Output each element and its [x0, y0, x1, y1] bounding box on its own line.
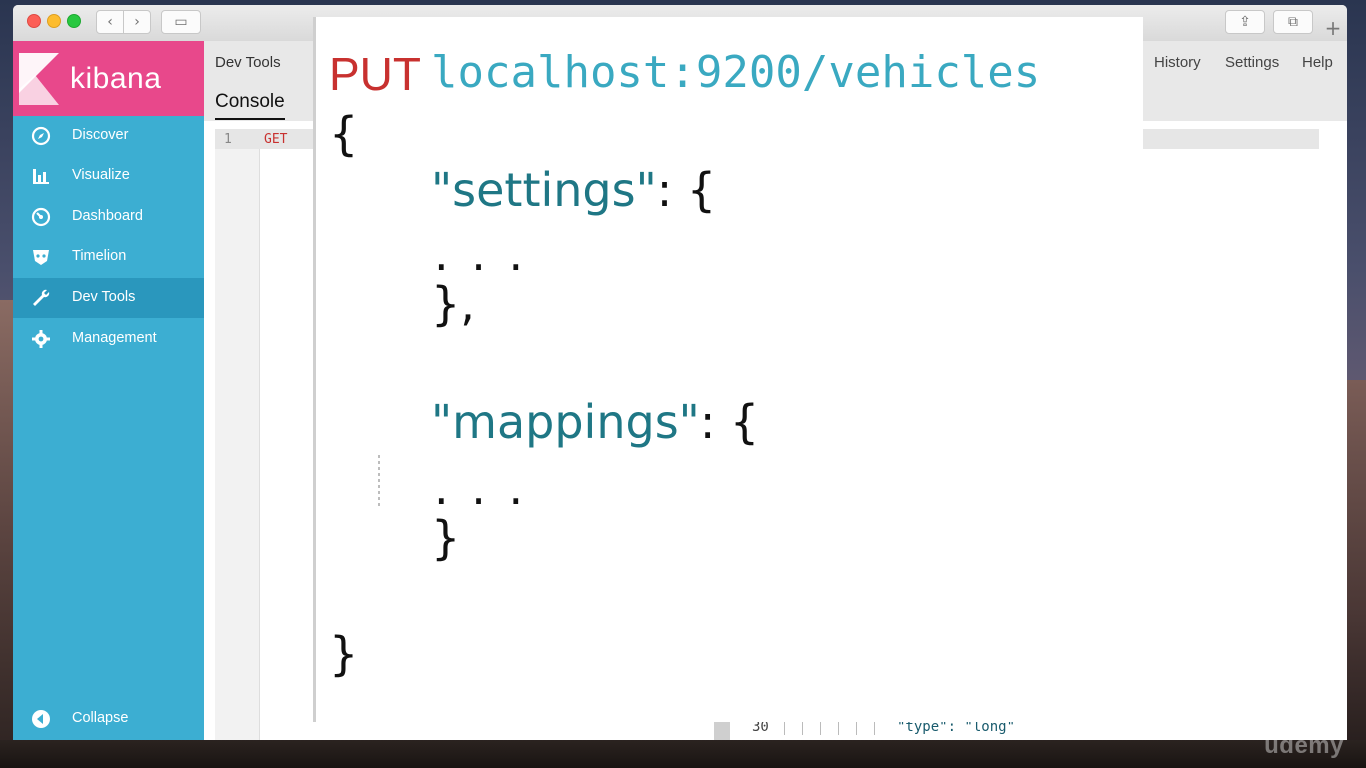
sidebar-item-label: Discover	[72, 127, 129, 143]
http-method: PUT	[329, 48, 421, 100]
indent-guide	[378, 455, 380, 507]
kibana-brand-text: kibana	[70, 62, 162, 95]
mappings-open: : {	[699, 395, 760, 449]
compass-icon	[31, 126, 51, 146]
tab-overview-icon[interactable]: ⧉	[1273, 10, 1313, 34]
output-scroll-marker	[714, 721, 730, 740]
settings-link[interactable]: Settings	[1225, 54, 1279, 71]
settings-key: "settings"	[431, 163, 657, 217]
settings-close: },	[431, 277, 475, 331]
kibana-logo-icon	[19, 53, 59, 105]
sidebar-item-label: Management	[72, 330, 157, 346]
sidebar-item-dashboard[interactable]: Dashboard	[13, 197, 204, 237]
sidebar-collapse-button[interactable]: Collapse	[13, 699, 204, 739]
mappings-ellipsis: . . .	[434, 461, 528, 515]
settings-ellipsis: . . .	[434, 227, 528, 281]
bar-chart-icon	[33, 169, 49, 184]
code-line[interactable]: GET	[264, 132, 287, 147]
browser-window: ‹ › ▭ ⇪ ⧉ + kibana Discover Visualize Da…	[13, 5, 1347, 740]
mappings-close: }	[431, 511, 461, 565]
sidebar-item-label: Dashboard	[72, 208, 143, 224]
window-zoom-button[interactable]	[67, 14, 81, 28]
indent-guides	[784, 721, 884, 735]
gauge-icon	[31, 207, 51, 227]
gear-icon	[32, 330, 50, 348]
request-url: localhost:9200/vehicles	[431, 47, 1041, 98]
mappings-key: "mappings"	[431, 395, 700, 449]
sidebar-item-discover[interactable]: Discover	[13, 116, 204, 156]
settings-open: : {	[656, 163, 717, 217]
new-tab-icon[interactable]: +	[1321, 17, 1345, 39]
forward-icon[interactable]: ›	[123, 10, 151, 34]
sidebar-item-label: Timelion	[72, 248, 127, 264]
sidebar-item-label: Dev Tools	[72, 289, 136, 305]
settings-line: "settings": {	[431, 163, 716, 217]
collapse-icon	[32, 710, 50, 728]
window-close-button[interactable]	[27, 14, 41, 28]
sidebar-item-label: Visualize	[72, 167, 130, 183]
share-icon[interactable]: ⇪	[1225, 10, 1265, 34]
window-minimize-button[interactable]	[47, 14, 61, 28]
line-gutter	[215, 129, 260, 740]
history-link[interactable]: History	[1154, 54, 1201, 71]
mappings-line: "mappings": {	[431, 395, 759, 449]
sidebar-item-dev-tools[interactable]: Dev Tools	[13, 278, 204, 318]
kibana-logo[interactable]: kibana	[13, 41, 204, 116]
sidebar-item-visualize[interactable]: Visualize	[13, 156, 204, 196]
line-number: 1	[224, 132, 232, 147]
sidebar-toggle-icon[interactable]: ▭	[161, 10, 201, 34]
sidebar-item-management[interactable]: Management	[13, 319, 204, 359]
timelion-icon	[33, 250, 49, 265]
open-brace: {	[329, 107, 359, 161]
back-icon[interactable]: ‹	[96, 10, 124, 34]
collapse-label: Collapse	[72, 710, 129, 726]
breadcrumb: Dev Tools	[215, 54, 281, 71]
desktop-background-right	[1346, 380, 1366, 768]
tab-console[interactable]: Console	[215, 91, 285, 120]
slide-overlay: PUT localhost:9200/vehicles { "settings"…	[313, 17, 1143, 722]
close-brace: }	[329, 627, 359, 681]
desktop-background-bottom	[0, 740, 1366, 768]
help-link[interactable]: Help	[1302, 54, 1333, 71]
sidebar-item-timelion[interactable]: Timelion	[13, 237, 204, 277]
wrench-icon	[33, 289, 50, 306]
kibana-sidebar: Discover Visualize Dashboard Timelion De…	[13, 116, 204, 740]
desktop-background-left	[0, 300, 14, 768]
